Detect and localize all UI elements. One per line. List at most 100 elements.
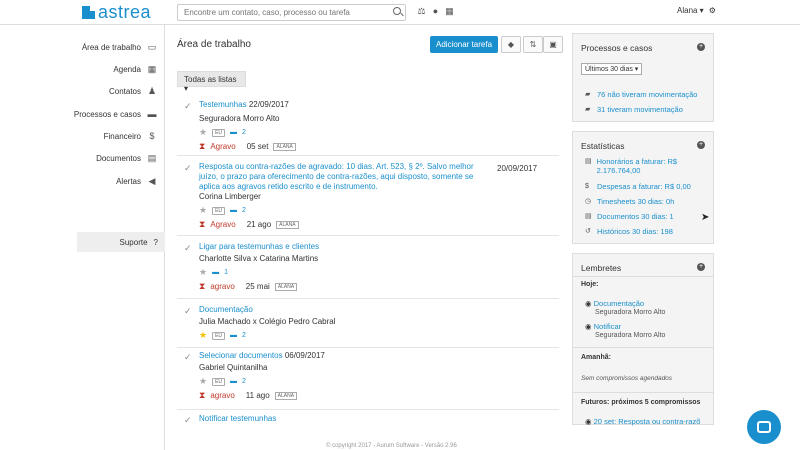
reminder-subtitle: Seguradora Morro Alto — [595, 309, 666, 316]
top-bar: astrea ⚖ ● ▦ Alana ▾ ⚙ — [0, 0, 800, 25]
check-icon[interactable]: ✓ — [184, 243, 192, 254]
assignee-badge: ALANA — [274, 282, 298, 291]
assignee-badge: ALANA — [276, 220, 299, 229]
reminder-title[interactable]: Documentação — [594, 299, 644, 308]
chat-button[interactable] — [747, 410, 781, 444]
stat-row[interactable]: Históricos 30 dias: 198 — [597, 227, 673, 236]
history-icon: ↺ — [585, 228, 591, 235]
task-title[interactable]: Notificar testemunhas — [199, 414, 276, 423]
task-subtitle: Gabriel Quintanilha — [199, 363, 268, 372]
star-icon[interactable]: ★ — [199, 267, 207, 278]
check-icon[interactable]: ✓ — [184, 163, 192, 174]
stat-row[interactable]: Honorários a faturar: R$ 2.176.764,00 — [597, 157, 705, 175]
check-icon[interactable]: ✓ — [184, 101, 192, 112]
user-menu[interactable]: Alana ▾ — [677, 6, 704, 15]
task-title[interactable]: Testemunhas — [199, 100, 247, 109]
star-icon[interactable]: ★ — [199, 330, 207, 341]
tomorrow-label: Amanhã: — [581, 354, 611, 361]
task-title[interactable]: Documentação — [199, 305, 253, 314]
task-title[interactable]: Ligar para testemunhas e clientes — [199, 242, 319, 251]
tag-icon[interactable]: ◆ — [501, 36, 521, 53]
folder-icon: ▰ — [585, 91, 591, 98]
scale-icon[interactable]: ⚖ — [417, 7, 426, 16]
sidebar-item-documentos[interactable]: Documentos ▤ — [96, 153, 157, 163]
sidebar-item-label: Alertas — [116, 176, 141, 186]
hourglass-icon: ⧗ — [199, 281, 206, 291]
page-title: Área de trabalho — [177, 39, 251, 50]
add-icon[interactable]: + — [697, 141, 705, 149]
task-row[interactable]: ✓ Ligar para testemunhas e clientes Char… — [177, 240, 559, 299]
due-date: 11 ago — [245, 391, 270, 400]
stat-row[interactable]: Timesheets 30 dias: 0h — [597, 197, 674, 206]
task-row[interactable]: ✓ Testemunhas 22/09/2017 Seguradora Morr… — [177, 98, 559, 156]
no-events-text: Sem compromissos agendados — [581, 375, 673, 382]
reminder-title[interactable]: 20 set: Resposta ou contra-razõ — [594, 417, 701, 426]
check-icon[interactable]: ✓ — [184, 415, 192, 426]
comment-icon[interactable]: ▬ — [212, 269, 219, 276]
processos-row[interactable]: 31 tiveram movimentação — [597, 105, 683, 114]
sidebar-item-label: Processos e casos — [73, 109, 141, 119]
star-icon[interactable]: ★ — [199, 205, 207, 216]
due-label: Agravo — [210, 142, 236, 151]
star-icon[interactable]: ★ — [199, 376, 207, 387]
sidebar: Área de trabalho ▭ Agenda ▦ Contatos ♟ Proc… — [0, 25, 165, 450]
processos-row[interactable]: 76 não tiveram movimentação — [597, 90, 697, 99]
footer-copyright: © copyright 2017 - Aurum Software - Vers… — [326, 443, 457, 449]
search-icon[interactable] — [393, 7, 401, 15]
comment-icon[interactable]: ▬ — [230, 207, 237, 214]
calendar-icon: ▦ — [147, 64, 157, 74]
sidebar-item-suporte[interactable]: Suporte? — [77, 232, 165, 252]
comment-icon[interactable]: ▬ — [230, 332, 237, 339]
tag-badge: EU — [212, 331, 226, 340]
sidebar-item-label: Contatos — [108, 86, 141, 96]
logo-text: astrea — [98, 2, 152, 22]
comment-count: 2 — [242, 378, 246, 385]
tag-badge: EU — [212, 128, 226, 137]
person-icon: ♟ — [147, 86, 157, 96]
main-content: Área de trabalho Adicionar tarefa ◆ ⇅ ▣ … — [166, 25, 563, 450]
search-input[interactable] — [177, 4, 406, 21]
task-subtitle: Charlotte Silva x Catarina Martins — [199, 254, 319, 263]
hourglass-icon: ⧗ — [199, 141, 206, 151]
check-icon[interactable]: ✓ — [184, 352, 192, 363]
list-filter-dropdown[interactable]: Todas as listas ▾ — [177, 71, 246, 93]
comment-count: 2 — [242, 207, 246, 214]
check-circle-icon: ◉ — [585, 417, 592, 426]
check-circle-icon[interactable]: ● — [431, 7, 440, 16]
sidebar-item-label: Documentos — [96, 153, 141, 163]
comment-icon[interactable]: ▬ — [230, 129, 237, 136]
sidebar-item-contatos[interactable]: Contatos ♟ — [109, 86, 157, 96]
check-circle-icon: ◉ — [585, 322, 592, 331]
period-select[interactable]: Últimos 30 dias ▾ — [581, 63, 643, 75]
stat-row[interactable]: Documentos 30 dias: 1 — [597, 212, 674, 221]
star-icon[interactable]: ★ — [199, 127, 207, 138]
sidebar-item-alertas[interactable]: Alertas ◀ — [116, 176, 157, 186]
task-row[interactable]: ✓ Documentação Julia Machado x Colégio P… — [177, 303, 559, 348]
future-label: Futuros: próximos 5 compromissos — [581, 399, 701, 406]
task-row[interactable]: ✓ Resposta ou contra-razões de agravado:… — [177, 160, 559, 236]
add-task-button[interactable]: Adicionar tarefa — [430, 36, 498, 53]
stat-row[interactable]: Despesas a faturar: R$ 0,00 — [597, 182, 691, 191]
sort-icon[interactable]: ⇅ — [523, 36, 543, 53]
add-icon[interactable]: + — [697, 43, 705, 51]
sidebar-item-area-de-trabalho[interactable]: Área de trabalho ▭ — [82, 42, 157, 52]
sidebar-item-processos[interactable]: Processos e casos ▬ — [74, 109, 157, 119]
sidebar-item-financeiro[interactable]: Financeiro $ — [104, 131, 157, 141]
due-label: agravo — [210, 391, 235, 400]
monitor-icon: ▭ — [147, 42, 157, 52]
task-row[interactable]: ✓ Notificar testemunhas — [177, 412, 559, 432]
sidebar-item-agenda[interactable]: Agenda ▦ — [113, 64, 157, 74]
task-title[interactable]: Selecionar documentos — [199, 351, 283, 360]
task-title[interactable]: Resposta ou contra-razões de agravado: 1… — [199, 162, 474, 191]
calendar-icon[interactable]: ▦ — [445, 7, 454, 16]
dollar-icon: $ — [149, 131, 155, 141]
due-label: Agravo — [210, 220, 236, 229]
add-icon[interactable]: + — [697, 263, 705, 271]
reminder-title[interactable]: Notificar — [594, 322, 622, 331]
print-icon[interactable]: ▣ — [543, 36, 563, 53]
check-icon[interactable]: ✓ — [184, 306, 192, 317]
astrea-logo[interactable]: astrea — [82, 2, 152, 22]
task-row[interactable]: ✓ Selecionar documentos 06/09/2017 Gabri… — [177, 349, 559, 410]
comment-icon[interactable]: ▬ — [230, 378, 237, 385]
gear-icon[interactable]: ⚙ — [709, 6, 716, 15]
